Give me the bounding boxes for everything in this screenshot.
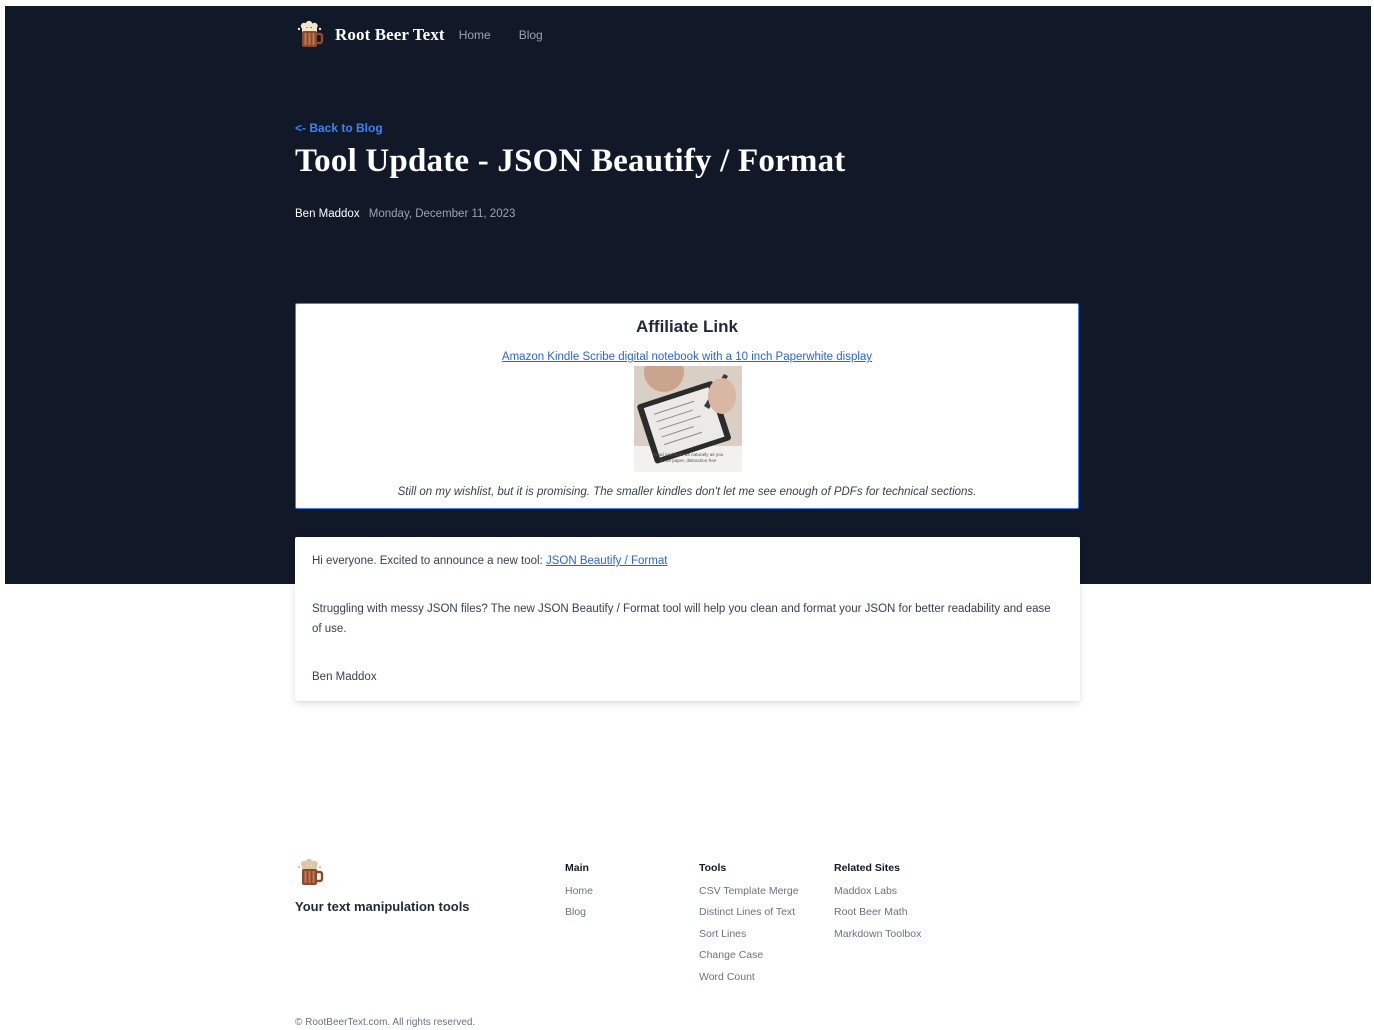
footer-tagline: Your text manipulation tools [295, 899, 470, 914]
image-caption-line-2: do on paper, distraction free [660, 458, 717, 463]
footer-link-markdown-toolbox[interactable]: Markdown Toolbox [834, 924, 921, 945]
footer-heading-related: Related Sites [834, 862, 900, 874]
nav-home-link[interactable]: Home [459, 28, 491, 42]
top-nav: Root Beer Text Home Blog [295, 20, 543, 50]
footer-link-csv-template-merge[interactable]: CSV Template Merge [699, 881, 799, 902]
footer-link-home[interactable]: Home [565, 881, 593, 902]
footer-column-tools: Tools CSV Template Merge Distinct Lines … [699, 860, 799, 988]
footer-column-main: Main Home Blog [565, 860, 593, 924]
affiliate-heading: Affiliate Link [635, 317, 738, 336]
footer-column-related-sites: Related Sites Maddox Labs Root Beer Math… [834, 860, 921, 945]
affiliate-box: Affiliate Link Amazon Kindle Scribe digi… [295, 303, 1079, 509]
post-meta: Ben Maddox Monday, December 11, 2023 [295, 208, 515, 220]
footer-link-blog[interactable]: Blog [565, 902, 593, 923]
nav-blog-link[interactable]: Blog [519, 28, 543, 42]
intro-text: Hi everyone. Excited to announce a new t… [312, 555, 546, 567]
kindle-product-image[interactable]: Read and write as naturally as you do on… [634, 366, 742, 472]
image-caption-line-1: Read and write as naturally as you [653, 452, 724, 457]
footer-heading-main: Main [565, 862, 589, 874]
body-paragraph: Struggling with messy JSON files? The ne… [312, 603, 1051, 635]
post-title: Tool Update - JSON Beautify / Format [295, 143, 846, 179]
post-content-card: Hi everyone. Excited to announce a new t… [295, 537, 1080, 701]
footer-heading-tools: Tools [699, 862, 727, 874]
footer-link-distinct-lines[interactable]: Distinct Lines of Text [699, 902, 799, 923]
affiliate-note: Still on my wishlist, but it is promisin… [397, 486, 977, 498]
footer-root-beer-mug-icon [295, 858, 325, 888]
footer-link-root-beer-math[interactable]: Root Beer Math [834, 902, 921, 923]
json-beautify-tool-link[interactable]: JSON Beautify / Format [546, 555, 667, 567]
brand-name[interactable]: Root Beer Text [335, 25, 445, 45]
footer-link-change-case[interactable]: Change Case [699, 945, 799, 966]
post-author: Ben Maddox [295, 208, 360, 220]
back-to-blog-link[interactable]: <- Back to Blog [295, 121, 383, 135]
post-date: Monday, December 11, 2023 [368, 208, 516, 220]
footer-link-word-count[interactable]: Word Count [699, 967, 799, 988]
copyright: © RootBeerText.com. All rights reserved. [295, 1017, 476, 1028]
root-beer-mug-icon[interactable] [295, 20, 325, 50]
footer-link-sort-lines[interactable]: Sort Lines [699, 924, 799, 945]
footer-link-maddox-labs[interactable]: Maddox Labs [834, 881, 921, 902]
affiliate-product-link[interactable]: Amazon Kindle Scribe digital notebook wi… [296, 351, 1078, 363]
intro-paragraph: Hi everyone. Excited to announce a new t… [312, 551, 667, 571]
signature: Ben Maddox [312, 671, 377, 683]
